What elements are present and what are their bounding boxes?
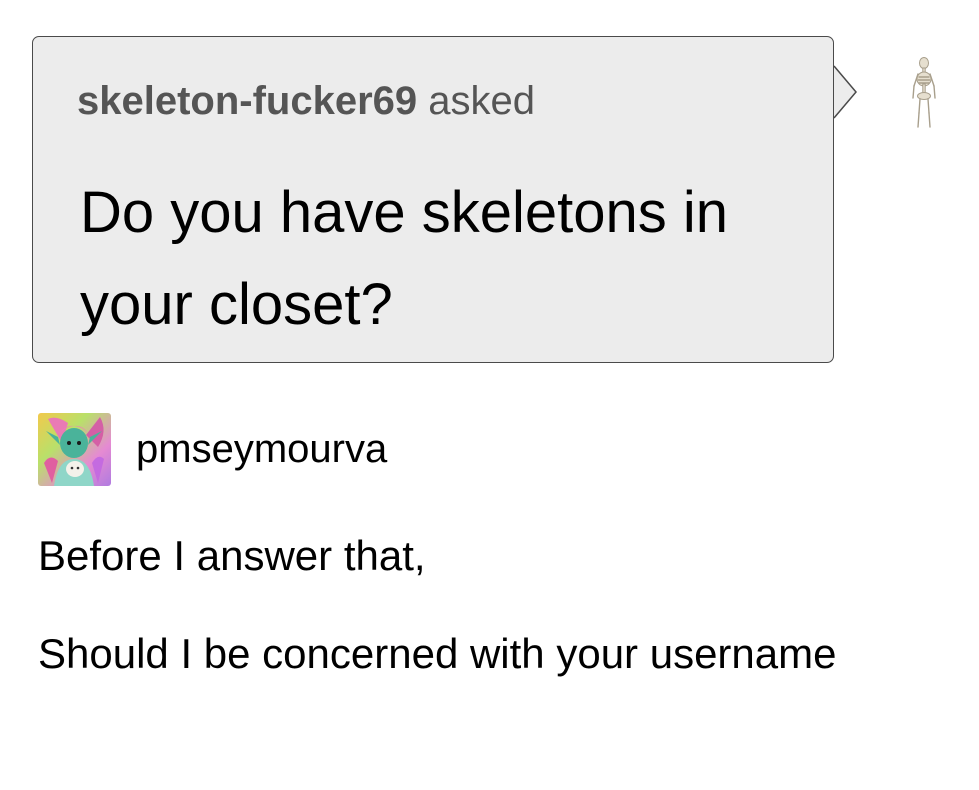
ask-question: Do you have skeletons in your closet? (80, 180, 729, 337)
ask-bubble: skeleton-fucker69 asked Do you have skel… (32, 36, 834, 363)
asker-name[interactable]: skeleton-fucker69 (77, 79, 417, 123)
answer-body: Before I answer that, Should I be concer… (38, 520, 938, 716)
answer-paragraph: Should I be concerned with your username (38, 630, 837, 677)
bubble-pointer (833, 65, 857, 119)
skeleton-icon[interactable] (904, 56, 944, 130)
answerer-avatar[interactable] (38, 413, 111, 486)
answerer-name[interactable]: pmseymourva (136, 425, 387, 473)
ask-header: skeleton-fucker69 asked (77, 75, 535, 127)
asked-label: asked (428, 79, 536, 123)
answer-paragraph: Before I answer that, (38, 532, 426, 579)
